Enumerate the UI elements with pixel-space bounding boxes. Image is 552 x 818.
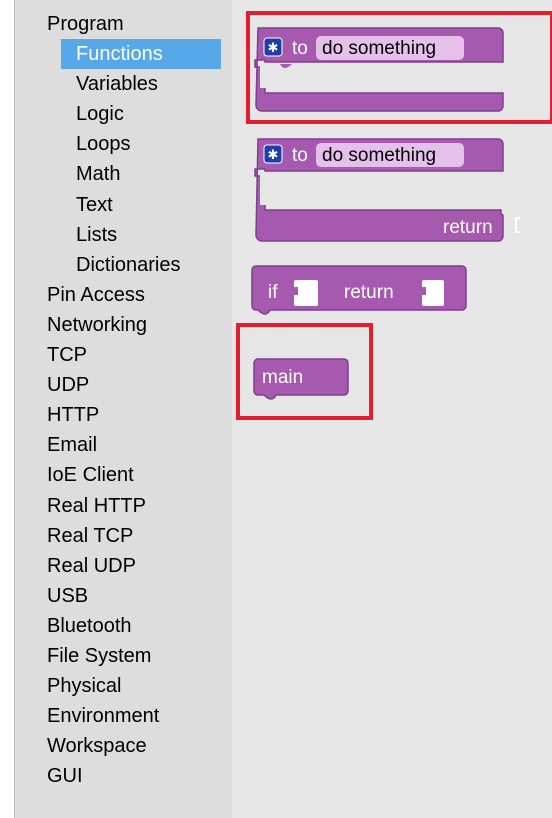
procedure-return-label: return: [443, 217, 493, 238]
toolbox-category-gui[interactable]: GUI: [15, 761, 232, 791]
if-keyword: if: [268, 282, 278, 303]
toolbox-category-variables[interactable]: Variables: [15, 69, 232, 99]
editor-left-edge: [0, 0, 14, 818]
main-call-block[interactable]: main: [253, 358, 349, 400]
toolbox-category-ioe-client[interactable]: IoE Client: [15, 460, 232, 490]
svg-text:✱: ✱: [268, 148, 279, 163]
toolbox-category-tcp[interactable]: TCP: [15, 340, 232, 370]
toolbox-category-logic[interactable]: Logic: [15, 99, 232, 129]
procedure-statement-slot: [260, 64, 500, 88]
toolbox-category-text[interactable]: Text: [15, 190, 232, 220]
procedure-to-keyword: to: [292, 38, 308, 59]
return-value-socket[interactable]: [515, 217, 520, 233]
flyout-blocks-canvas: ✱ to do something ✱ to do something retu…: [251, 27, 520, 400]
toolbox-category-udp[interactable]: UDP: [15, 370, 232, 400]
procedure-definition-block[interactable]: ✱ to do something: [254, 27, 504, 112]
toolbox-category-program[interactable]: Program: [15, 9, 232, 39]
toolbox-panel: Program Functions Variables Logic Loops Math T…: [15, 0, 232, 818]
procedure-return-to-keyword: to: [292, 145, 308, 166]
procedure-return-name-field[interactable]: do something: [316, 143, 464, 167]
condition-input-socket[interactable]: [292, 280, 318, 306]
procedure-name-field[interactable]: do something: [316, 36, 464, 60]
toolbox-category-lists[interactable]: Lists: [15, 220, 232, 250]
toolbox-category-pin-access[interactable]: Pin Access: [15, 280, 232, 310]
toolbox-category-real-http[interactable]: Real HTTP: [15, 491, 232, 521]
return-value-input-socket[interactable]: [420, 280, 444, 306]
star-gear-icon[interactable]: ✱: [263, 144, 283, 164]
toolbox-category-physical[interactable]: Physical: [15, 671, 232, 701]
toolbox-category-networking[interactable]: Networking: [15, 310, 232, 340]
blockly-editor: Program Functions Variables Logic Loops Math T…: [0, 0, 552, 818]
svg-text:do something: do something: [322, 38, 436, 59]
svg-text:✱: ✱: [268, 41, 279, 56]
if-return-block[interactable]: if return: [251, 265, 467, 315]
toolbox-category-real-udp[interactable]: Real UDP: [15, 551, 232, 581]
toolbox-category-email[interactable]: Email: [15, 430, 232, 460]
toolbox-category-dictionaries[interactable]: Dictionaries: [15, 250, 232, 280]
main-call-label: main: [262, 367, 303, 388]
toolbox-category-loops[interactable]: Loops: [15, 129, 232, 159]
toolbox-category-usb[interactable]: USB: [15, 581, 232, 611]
toolbox-category-environment[interactable]: Environment: [15, 701, 232, 731]
toolbox-category-real-tcp[interactable]: Real TCP: [15, 521, 232, 551]
procedure-return-statement-slot: [260, 173, 500, 205]
procedure-with-return-block[interactable]: ✱ to do something return: [254, 138, 520, 242]
toolbox-category-bluetooth[interactable]: Bluetooth: [15, 611, 232, 641]
if-return-keyword: return: [344, 282, 394, 303]
toolbox-category-workspace[interactable]: Workspace: [15, 731, 232, 761]
toolbox-category-functions[interactable]: Functions: [61, 39, 221, 70]
toolbox-category-math[interactable]: Math: [15, 159, 232, 189]
flyout-workspace[interactable]: ✱ to do something ✱ to do something retu…: [232, 0, 552, 818]
star-gear-icon[interactable]: ✱: [263, 37, 283, 57]
toolbox-category-file-system[interactable]: File System: [15, 641, 232, 671]
toolbox-category-list: Program Functions Variables Logic Loops Math T…: [15, 9, 232, 791]
svg-text:do something: do something: [322, 145, 436, 166]
toolbox-category-http[interactable]: HTTP: [15, 400, 232, 430]
